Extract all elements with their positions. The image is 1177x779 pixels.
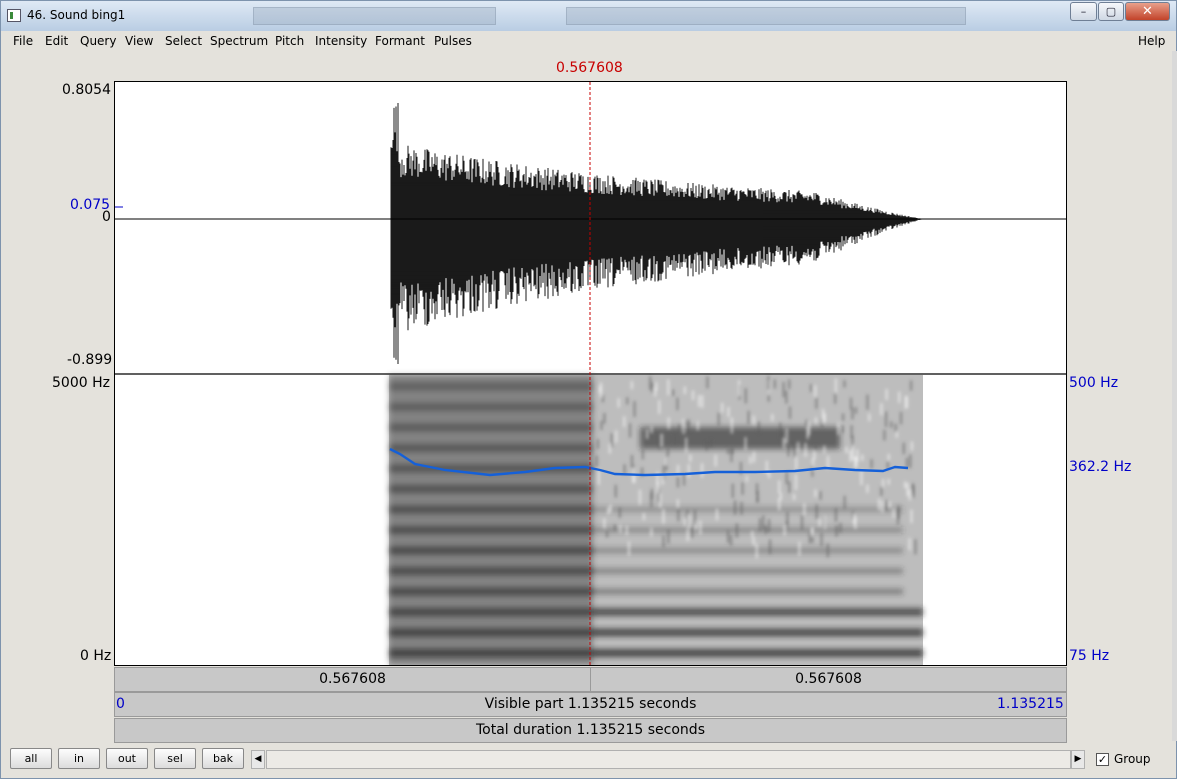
spectrogram	[389, 375, 923, 665]
right-segment-bar[interactable]: 0.567608	[590, 667, 1067, 692]
zoom-selection-button[interactable]: sel	[154, 748, 196, 769]
menu-view[interactable]: View	[125, 34, 153, 48]
zoom-all-button[interactable]: all	[10, 748, 52, 769]
menu-pitch[interactable]: Pitch	[275, 34, 304, 48]
group-checkbox[interactable]: ✓	[1096, 753, 1109, 766]
menu-query[interactable]: Query	[80, 34, 116, 48]
menu-formant[interactable]: Formant	[375, 34, 425, 48]
waveform-zero-label: 0	[102, 209, 111, 225]
waveform-min-label: -0.899	[67, 352, 113, 368]
signal-area[interactable]	[114, 81, 1067, 666]
scroll-right-arrow-icon[interactable]: ▶	[1071, 750, 1085, 769]
waveform-spectrogram-canvas[interactable]	[115, 82, 1066, 665]
menu-help[interactable]: Help	[1138, 34, 1165, 48]
window-title: 46. Sound bing1	[27, 8, 126, 22]
menu-select[interactable]: Select	[165, 34, 202, 48]
menu-pulses[interactable]: Pulses	[434, 34, 472, 48]
right-edge	[1172, 51, 1177, 741]
background-window-ghost	[253, 7, 496, 25]
pitch-top-label: 500 Hz	[1069, 375, 1119, 391]
visible-part-bar[interactable]: Visible part 1.135215 seconds	[114, 692, 1067, 717]
visible-start-label: 0	[116, 696, 125, 712]
spectrogram-bottom-label: 0 Hz	[80, 648, 112, 664]
menu-intensity[interactable]: Intensity	[315, 34, 367, 48]
restore-button[interactable]: ▢	[1098, 2, 1124, 21]
menu-bar: File Edit Query View Select Spectrum Pit…	[6, 32, 1171, 51]
pitch-bottom-label: 75 Hz	[1069, 648, 1110, 664]
spectrogram-top-label: 5000 Hz	[52, 375, 110, 391]
waveform-max-label: 0.8054	[62, 82, 111, 98]
cursor-time-label: 0.567608	[556, 60, 623, 76]
pitch-value-label: 362.2 Hz	[1069, 459, 1132, 475]
menu-file[interactable]: File	[13, 34, 33, 48]
total-duration-bar[interactable]: Total duration 1.135215 seconds	[114, 718, 1067, 743]
scroll-left-arrow-icon[interactable]: ◀	[251, 750, 265, 769]
menu-spectrum[interactable]: Spectrum	[210, 34, 268, 48]
menu-edit[interactable]: Edit	[45, 34, 68, 48]
group-label: Group	[1114, 752, 1151, 766]
time-scrollbar[interactable]	[266, 750, 1071, 769]
minimize-button[interactable]: –	[1070, 2, 1097, 21]
zoom-back-button[interactable]: bak	[202, 748, 244, 769]
visible-end-label: 1.135215	[997, 696, 1064, 712]
praat-sound-window: 46. Sound bing1 – ▢ ✕ File Edit Query Vi…	[0, 0, 1177, 779]
close-button[interactable]: ✕	[1125, 2, 1170, 21]
bottom-toolbar: all in out sel bak ◀ ▶ ✓ Group	[6, 744, 1171, 774]
background-window-ghost	[566, 7, 966, 25]
title-bar: 46. Sound bing1 – ▢ ✕	[1, 1, 1176, 31]
app-icon	[7, 9, 21, 22]
zoom-out-button[interactable]: out	[106, 748, 148, 769]
zoom-in-button[interactable]: in	[58, 748, 100, 769]
left-segment-bar[interactable]: 0.567608	[114, 667, 591, 692]
